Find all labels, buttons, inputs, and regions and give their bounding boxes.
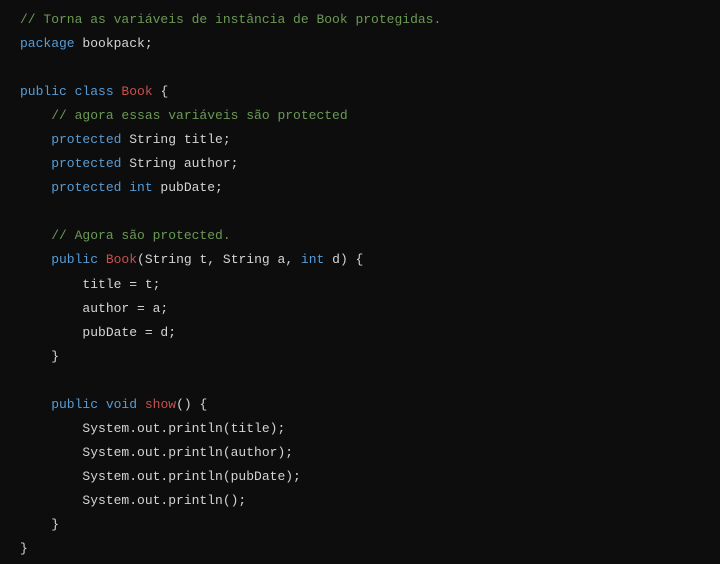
param: String t — [145, 252, 207, 267]
package-name: bookpack; — [75, 36, 153, 51]
class-name: Book — [121, 84, 152, 99]
code-line: // agora essas variáveis são protected — [20, 104, 720, 128]
field-decl: String author; — [121, 156, 238, 171]
keyword-class: class — [67, 84, 122, 99]
code-line: pubDate = d; — [20, 321, 720, 345]
statement: System.out.println(pubDate); — [20, 469, 301, 484]
paren-brace: () { — [176, 397, 207, 412]
statement: pubDate = d; — [20, 325, 176, 340]
code-line: title = t; — [20, 273, 720, 297]
keyword-public: public — [20, 397, 106, 412]
code-line: protected String author; — [20, 152, 720, 176]
param: String a — [223, 252, 285, 267]
code-line: } — [20, 513, 720, 537]
statement: title = t; — [20, 277, 160, 292]
code-line: System.out.println(pubDate); — [20, 465, 720, 489]
statement: System.out.println(author); — [20, 445, 293, 460]
code-editor: // Torna as variáveis de instância de Bo… — [20, 8, 720, 561]
code-line: protected String title; — [20, 128, 720, 152]
code-line: public class Book { — [20, 80, 720, 104]
paren: ( — [137, 252, 145, 267]
brace: } — [20, 517, 59, 532]
code-blank-line — [20, 200, 720, 224]
code-line: author = a; — [20, 297, 720, 321]
keyword-public: public — [20, 84, 67, 99]
statement: System.out.println(title); — [20, 421, 285, 436]
keyword-protected: protected — [20, 156, 121, 171]
type-int: int — [301, 252, 324, 267]
code-blank-line — [20, 369, 720, 393]
brace: } — [20, 349, 59, 364]
type-int: int — [129, 180, 152, 195]
keyword-protected: protected — [20, 180, 129, 195]
code-line: protected int pubDate; — [20, 176, 720, 200]
constructor-name: Book — [106, 252, 137, 267]
brace: } — [20, 541, 28, 556]
comment: // Torna as variáveis de instância de Bo… — [20, 12, 441, 27]
code-line: // Torna as variáveis de instância de Bo… — [20, 8, 720, 32]
comment: // agora essas variáveis são protected — [20, 108, 348, 123]
code-blank-line — [20, 56, 720, 80]
field-decl: String title; — [121, 132, 230, 147]
comment: // Agora são protected. — [20, 228, 231, 243]
brace: { — [153, 84, 169, 99]
paren-brace: ) { — [340, 252, 363, 267]
statement: System.out.println(); — [20, 493, 246, 508]
code-line: System.out.println(title); — [20, 417, 720, 441]
statement: author = a; — [20, 301, 168, 316]
code-line: } — [20, 537, 720, 561]
keyword-public: public — [20, 252, 106, 267]
param: d — [324, 252, 340, 267]
code-line: System.out.println(); — [20, 489, 720, 513]
keyword-protected: protected — [20, 132, 121, 147]
keyword-void: void — [106, 397, 145, 412]
comma: , — [285, 252, 301, 267]
code-line: package bookpack; — [20, 32, 720, 56]
keyword-package: package — [20, 36, 75, 51]
field-decl: pubDate; — [153, 180, 223, 195]
code-line: } — [20, 345, 720, 369]
code-line: System.out.println(author); — [20, 441, 720, 465]
comma: , — [207, 252, 223, 267]
code-line: // Agora são protected. — [20, 224, 720, 248]
code-line: public void show() { — [20, 393, 720, 417]
code-line: public Book(String t, String a, int d) { — [20, 248, 720, 272]
method-name: show — [145, 397, 176, 412]
